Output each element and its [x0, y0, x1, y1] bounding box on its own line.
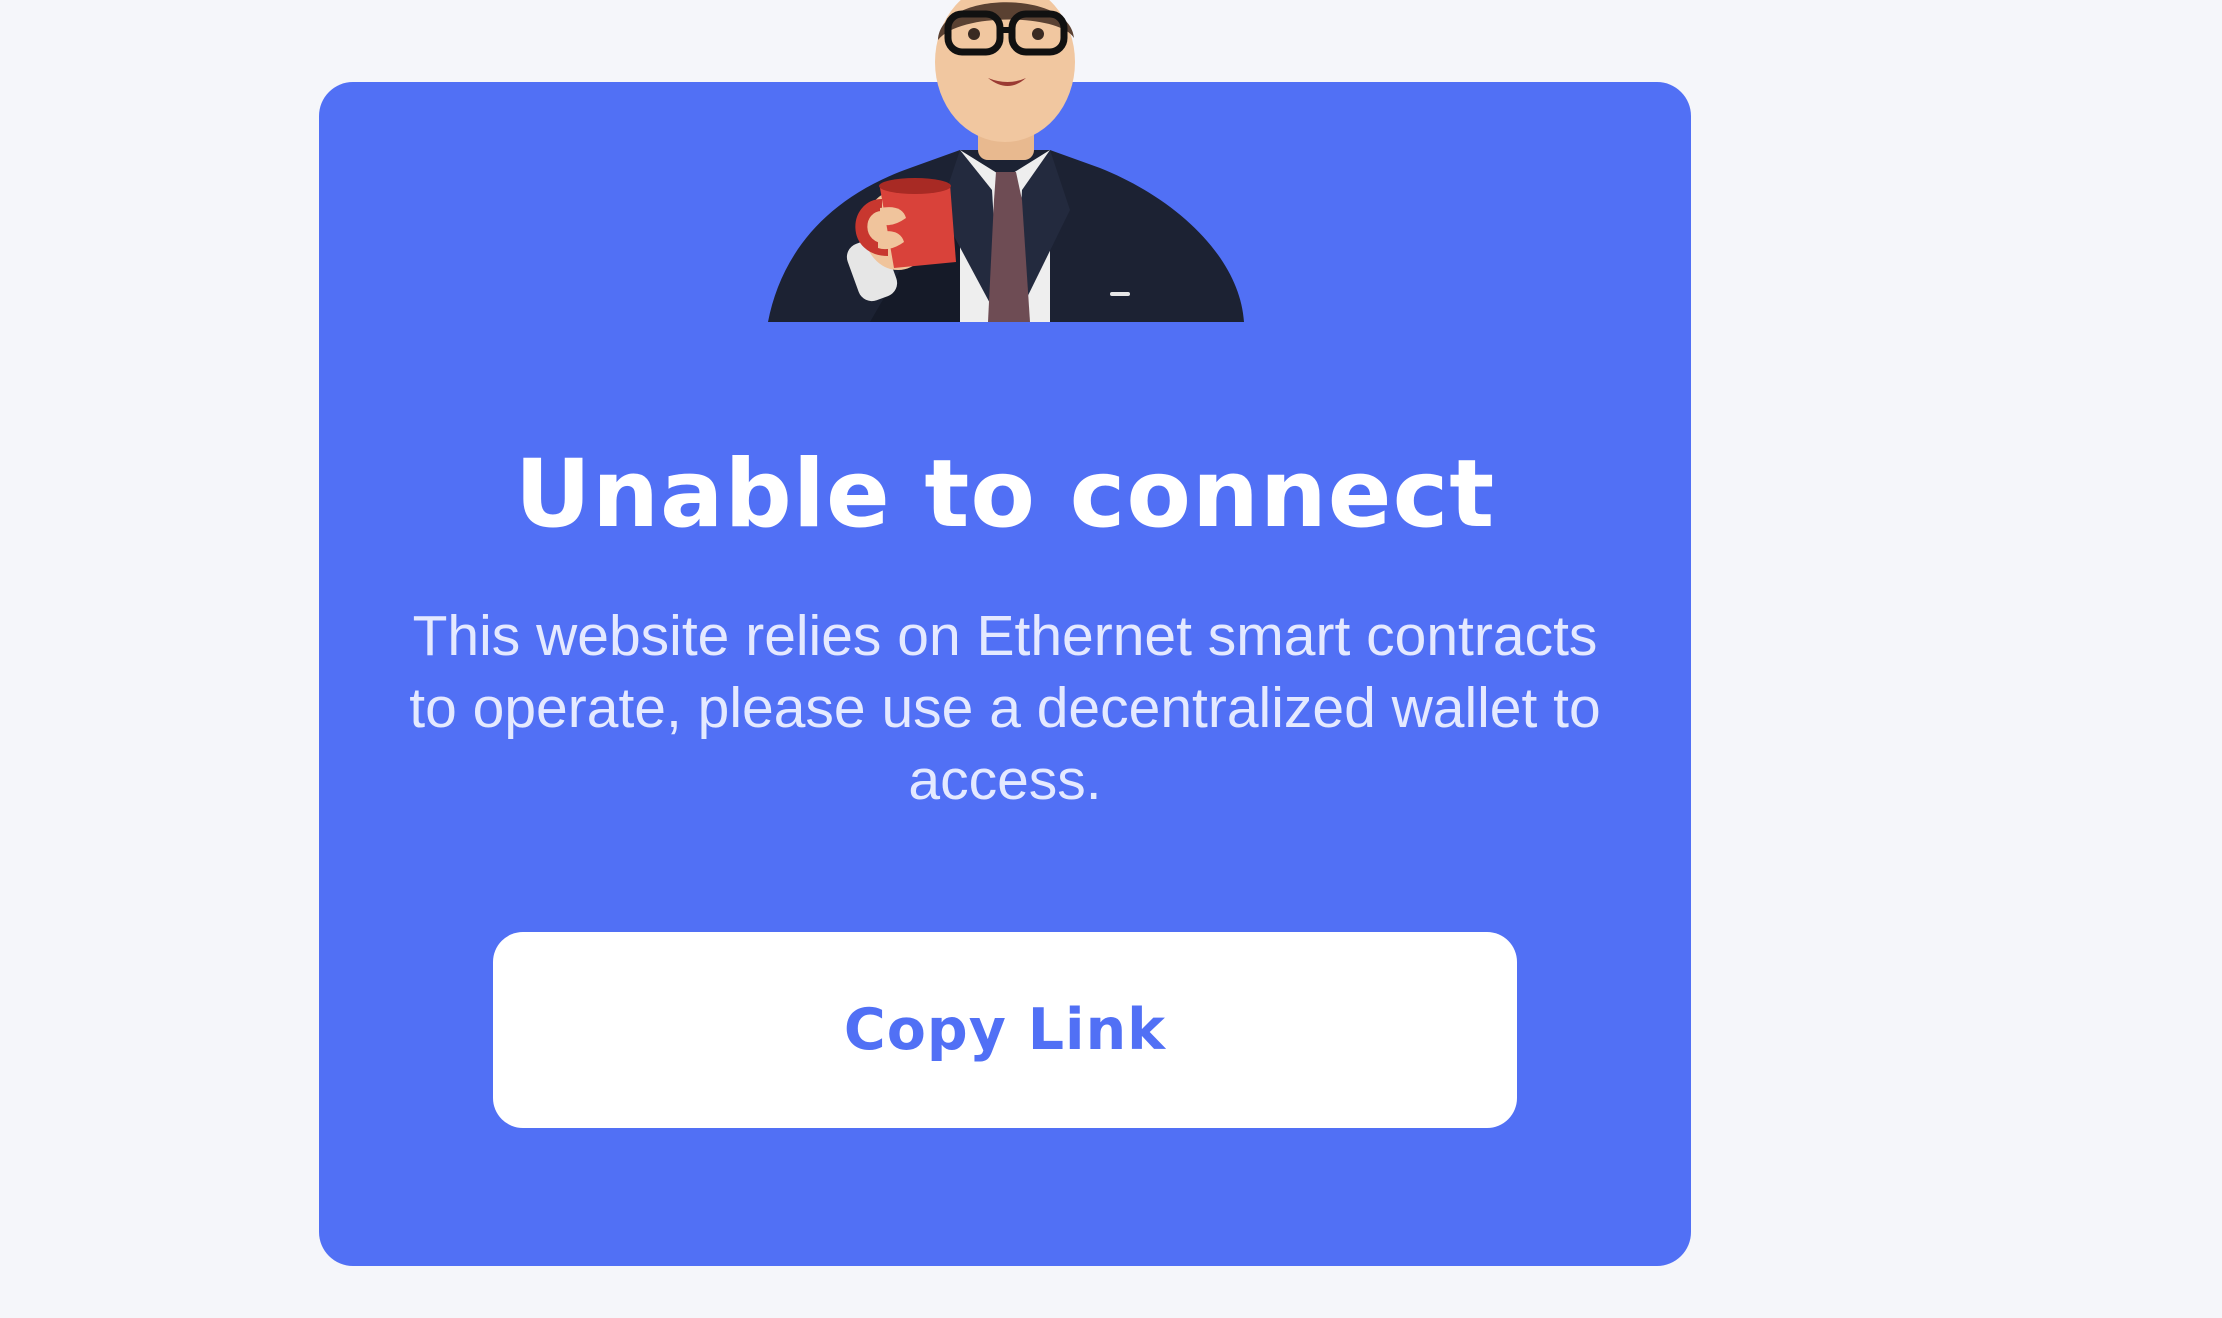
copy-link-button[interactable]: Copy Link [493, 932, 1517, 1128]
dialog-title: Unable to connect [514, 440, 1496, 549]
dialog-description: This website relies on Ethernet smart co… [409, 604, 1601, 812]
businessman-mascot-icon [760, 0, 1260, 322]
